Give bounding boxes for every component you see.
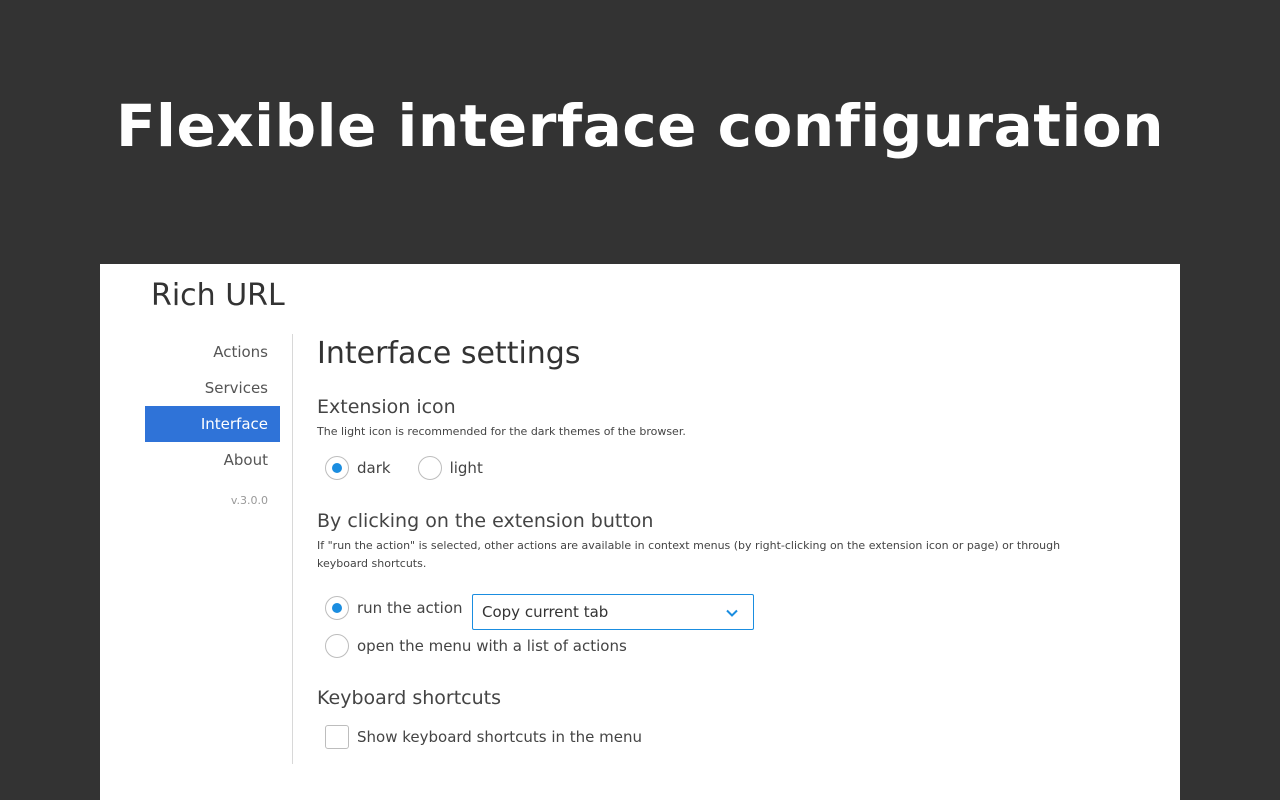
open-menu-radio[interactable] bbox=[325, 634, 349, 658]
main-content: Interface settings Extension icon The li… bbox=[317, 334, 1137, 749]
extension-icon-hint: The light icon is recommended for the da… bbox=[317, 425, 686, 438]
icon-light-label: light bbox=[449, 459, 483, 477]
app-title: Rich URL bbox=[151, 278, 285, 313]
banner-title: Flexible interface configuration bbox=[115, 92, 1165, 160]
click-behavior-heading: By clicking on the extension button bbox=[317, 510, 654, 532]
icon-dark-radio[interactable] bbox=[325, 456, 349, 480]
sidebar-divider bbox=[292, 334, 293, 764]
show-shortcuts-checkbox[interactable] bbox=[325, 725, 349, 749]
sidebar-item-interface[interactable]: Interface bbox=[145, 406, 280, 442]
open-menu-label: open the menu with a list of actions bbox=[357, 637, 627, 655]
sidebar-nav: Actions Services Interface About v.3.0.0 bbox=[145, 334, 280, 507]
icon-light-radio[interactable] bbox=[417, 456, 442, 480]
extension-icon-heading: Extension icon bbox=[317, 396, 456, 418]
icon-dark-label: dark bbox=[357, 459, 391, 477]
run-action-radio[interactable] bbox=[325, 596, 349, 620]
action-select[interactable]: Copy current tab bbox=[472, 594, 754, 630]
settings-panel: Rich URL Actions Services Interface Abou… bbox=[100, 264, 1180, 800]
sidebar-item-about[interactable]: About bbox=[145, 442, 280, 478]
sidebar-item-services[interactable]: Services bbox=[145, 370, 280, 406]
version-label: v.3.0.0 bbox=[230, 494, 268, 507]
chevron-down-icon bbox=[726, 609, 738, 617]
show-shortcuts-label: Show keyboard shortcuts in the menu bbox=[357, 728, 643, 746]
sidebar-item-actions[interactable]: Actions bbox=[145, 334, 280, 370]
keyboard-shortcuts-heading: Keyboard shortcuts bbox=[317, 687, 502, 709]
page-title: Interface settings bbox=[317, 336, 581, 371]
action-select-value: Copy current tab bbox=[482, 603, 609, 621]
click-behavior-hint: If "run the action" is selected, other a… bbox=[317, 539, 1061, 570]
run-action-label: run the action bbox=[357, 599, 463, 617]
